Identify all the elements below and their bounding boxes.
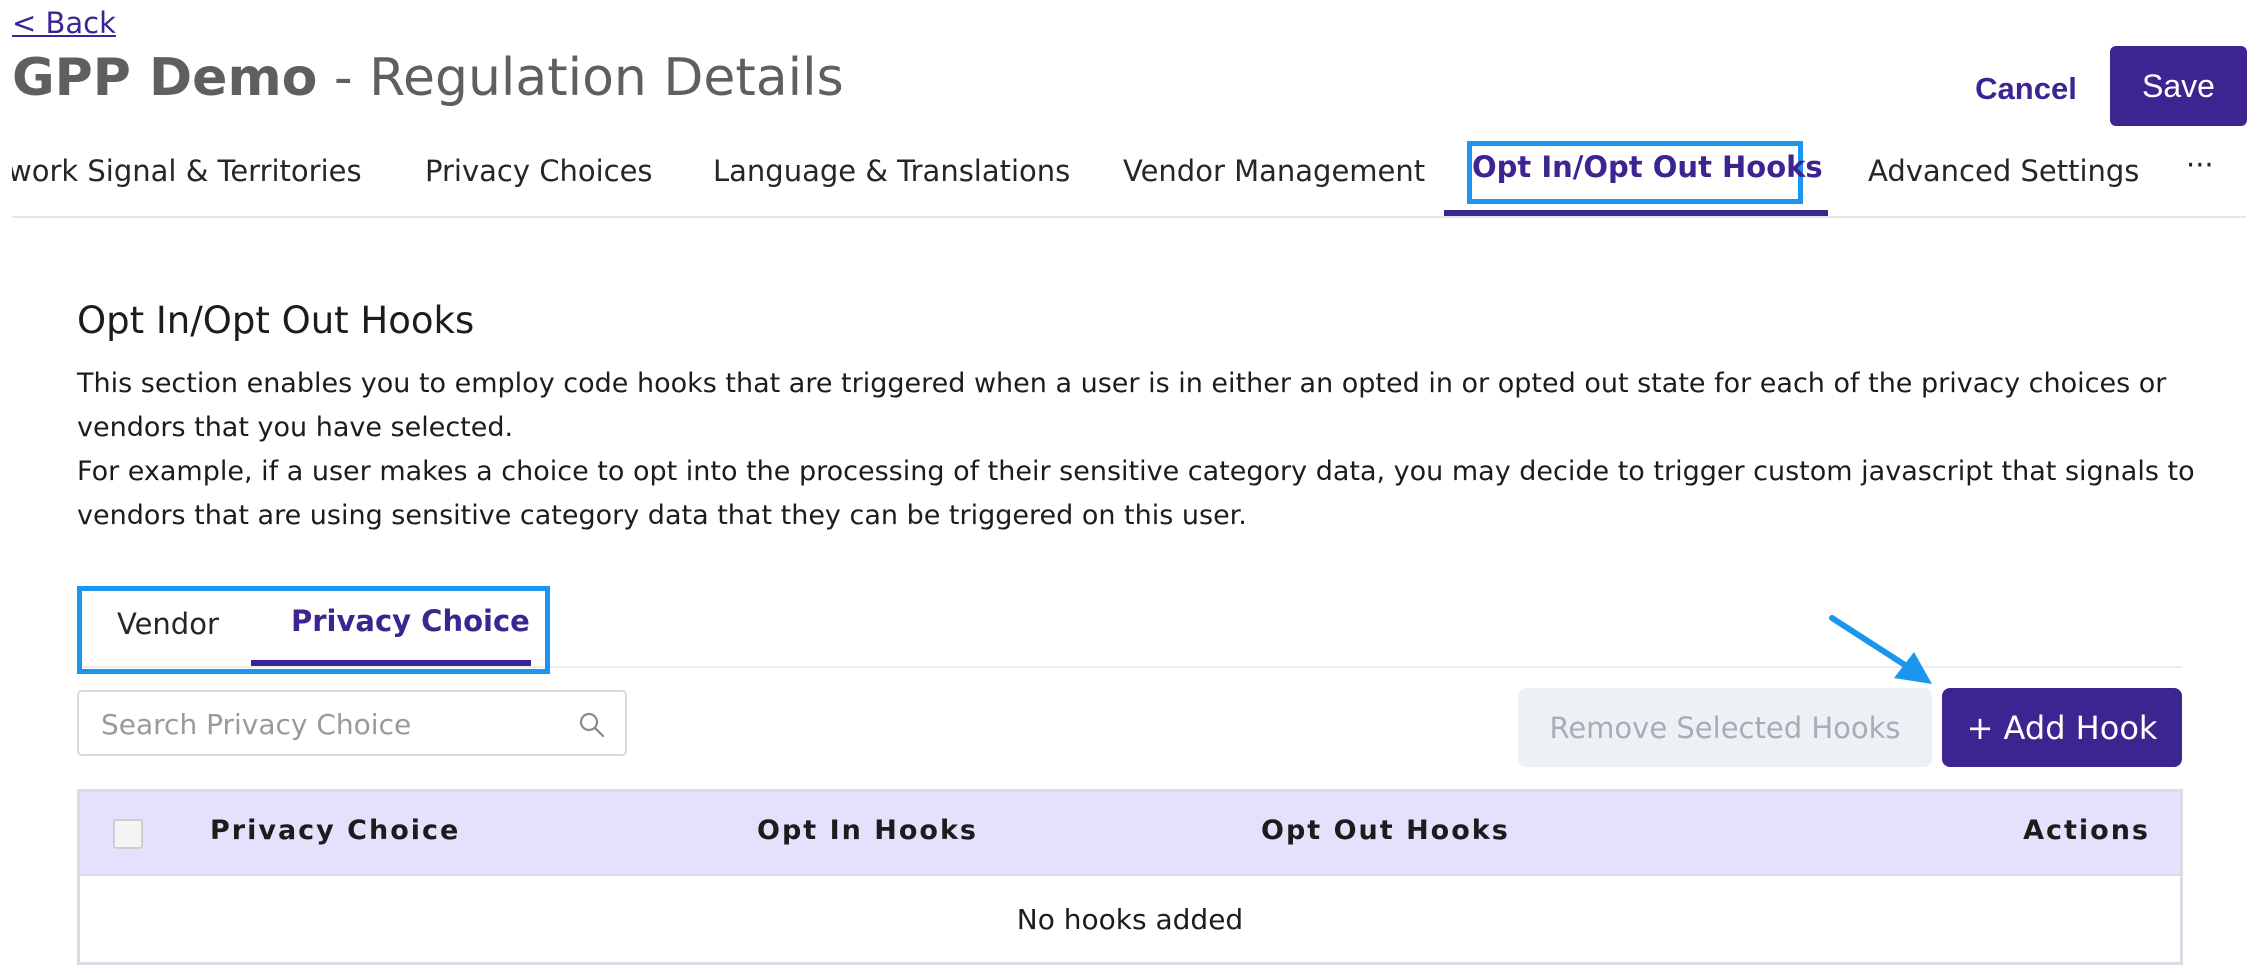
tab-privacy-choices[interactable]: Privacy Choices: [425, 154, 653, 188]
search-field: [77, 690, 627, 756]
remove-selected-hooks-button[interactable]: Remove Selected Hooks: [1518, 688, 1932, 767]
search-icon[interactable]: [577, 710, 607, 740]
cancel-button[interactable]: Cancel: [1956, 63, 2096, 115]
save-button[interactable]: Save: [2110, 46, 2247, 126]
annotation-arrow-icon: [1829, 615, 1932, 684]
tab-network-signal-territories[interactable]: work Signal & Territories: [12, 154, 362, 188]
page-title: GPP Demo - Regulation Details: [12, 48, 844, 108]
column-header-actions: Actions: [2023, 815, 2150, 846]
section-title: Opt In/Opt Out Hooks: [77, 299, 475, 342]
tab-opt-in-opt-out-hooks[interactable]: Opt In/Opt Out Hooks: [1472, 150, 1823, 184]
subtab-highlight-box: [77, 586, 550, 674]
description-example: For example, if a user makes a choice to…: [77, 456, 2195, 531]
regulation-tabs: work Signal & Territories Privacy Choice…: [12, 138, 2246, 218]
select-all-checkbox[interactable]: [113, 819, 143, 849]
page-title-regulation-name: GPP Demo: [12, 48, 318, 108]
tab-language-translations[interactable]: Language & Translations: [713, 154, 1070, 188]
tab-vendor-management[interactable]: Vendor Management: [1123, 154, 1425, 188]
section-description: This section enables you to employ code …: [77, 362, 2207, 538]
page-title-suffix: - Regulation Details: [317, 48, 844, 108]
table-header: Privacy Choice Opt In Hooks Opt Out Hook…: [80, 792, 2180, 874]
add-hook-button[interactable]: + Add Hook: [1942, 688, 2182, 767]
column-header-opt-out-hooks[interactable]: Opt Out Hooks: [1261, 815, 1510, 846]
tab-advanced-settings[interactable]: Advanced Settings: [1868, 154, 2139, 188]
active-tab-indicator: [1444, 210, 1828, 216]
description-paragraph: This section enables you to employ code …: [77, 368, 2167, 443]
search-input[interactable]: [99, 692, 563, 756]
column-header-privacy-choice[interactable]: Privacy Choice: [210, 815, 460, 846]
back-link[interactable]: < Back: [12, 6, 116, 40]
more-icon[interactable]: ···: [2186, 148, 2214, 182]
column-header-opt-in-hooks[interactable]: Opt In Hooks: [757, 815, 978, 846]
empty-table-message: No hooks added: [80, 874, 2180, 962]
hooks-table: Privacy Choice Opt In Hooks Opt Out Hook…: [77, 789, 2183, 965]
